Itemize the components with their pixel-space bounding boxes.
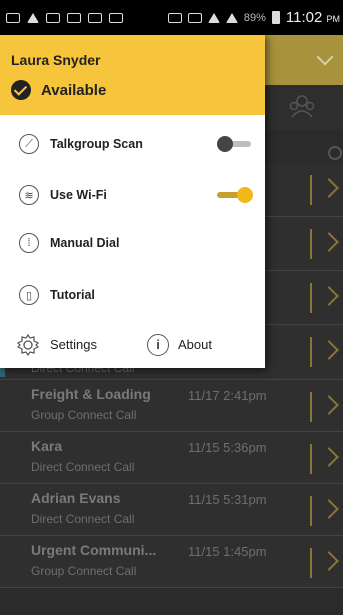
bluetooth-icon	[167, 12, 182, 23]
user-name: Laura Snyder	[11, 52, 101, 68]
battery-icon	[271, 11, 280, 24]
share-icon	[67, 12, 81, 23]
phone-icon: ▯	[19, 285, 39, 305]
system-icons: 89% 11:02 PM	[167, 0, 340, 35]
call-name: Adrian Evans	[31, 490, 121, 506]
wifi-signal-icon	[207, 12, 220, 23]
chevron-right-icon[interactable]	[319, 178, 339, 198]
call-row[interactable]: Freight & Loading 11/17 2:41pm Group Con…	[0, 380, 343, 432]
talkgroup-scan-toggle[interactable]	[217, 134, 253, 154]
chevron-right-icon[interactable]	[319, 395, 339, 415]
call-row[interactable]: Adrian Evans 11/15 5:31pm Direct Connect…	[0, 484, 343, 536]
call-row[interactable]: Urgent Communi... 11/15 1:45pm Group Con…	[0, 536, 343, 588]
message-icon	[6, 12, 20, 23]
menu-item-use-wifi[interactable]: ≋ Use Wi-Fi	[0, 175, 265, 215]
menu-item-manual-dial[interactable]: ⁞ Manual Dial	[0, 223, 265, 263]
menu-item-label: Manual Dial	[50, 236, 120, 250]
call-name: Freight & Loading	[31, 386, 151, 402]
search-icon[interactable]	[328, 146, 342, 160]
call-time: 11/15 5:31pm	[188, 492, 267, 507]
contacts-tab-icon[interactable]	[288, 93, 316, 119]
scan-icon: ⟋	[19, 134, 39, 154]
call-type: Group Connect Call	[31, 564, 137, 578]
cell-signal-icon	[225, 12, 238, 23]
wifi-icon: ≋	[19, 185, 39, 205]
drawer-header: Laura Snyder Available	[0, 35, 265, 115]
dialpad-icon: ⁞	[19, 233, 39, 253]
menu-item-label: Talkgroup Scan	[50, 137, 143, 151]
info-icon[interactable]: i	[147, 334, 169, 356]
check-circle-icon	[11, 80, 31, 100]
call-row[interactable]: Kara 11/15 5:36pm Direct Connect Call	[0, 432, 343, 484]
navigation-drawer: Laura Snyder Available ⟋ Talkgroup Scan …	[0, 35, 265, 368]
menu-item-talkgroup-scan[interactable]: ⟋ Talkgroup Scan	[0, 124, 265, 164]
use-wifi-toggle[interactable]	[217, 185, 253, 205]
call-time: 11/15 5:36pm	[188, 440, 267, 455]
upload-icon	[88, 12, 102, 23]
clock: 11:02 PM	[285, 9, 340, 26]
call-type: Direct Connect Call	[31, 460, 135, 474]
notification-icons	[0, 12, 123, 23]
gallery-icon	[46, 12, 60, 23]
settings-button[interactable]: Settings	[50, 337, 97, 352]
call-type: Group Connect Call	[31, 408, 137, 422]
chevron-right-icon[interactable]	[319, 447, 339, 467]
chevron-right-icon[interactable]	[319, 551, 339, 571]
chevron-right-icon[interactable]	[319, 340, 339, 360]
menu-item-label: Tutorial	[50, 288, 95, 302]
play-icon	[27, 12, 39, 23]
menu-item-label: Use Wi-Fi	[50, 188, 107, 202]
menu-item-tutorial[interactable]: ▯ Tutorial	[0, 275, 265, 315]
call-name: Kara	[31, 438, 63, 454]
call-time: 11/17 2:41pm	[188, 388, 267, 403]
presence-status[interactable]: Available	[11, 80, 106, 100]
call-name: Urgent Communi...	[31, 542, 157, 558]
screen-icon	[109, 12, 123, 23]
battery-percent: 89%	[243, 11, 266, 24]
call-type: Direct Connect Call	[31, 512, 135, 526]
call-time: 11/15 1:45pm	[188, 544, 267, 559]
nfc-icon	[187, 12, 202, 23]
chevron-right-icon[interactable]	[319, 232, 339, 252]
presence-label: Available	[41, 81, 107, 99]
about-button[interactable]: About	[178, 337, 212, 352]
drawer-footer: Settings i About	[0, 326, 265, 362]
gear-icon[interactable]	[17, 334, 39, 356]
chevron-right-icon[interactable]	[319, 499, 339, 519]
chevron-right-icon[interactable]	[319, 286, 339, 306]
status-bar: 89% 11:02 PM	[0, 0, 343, 35]
